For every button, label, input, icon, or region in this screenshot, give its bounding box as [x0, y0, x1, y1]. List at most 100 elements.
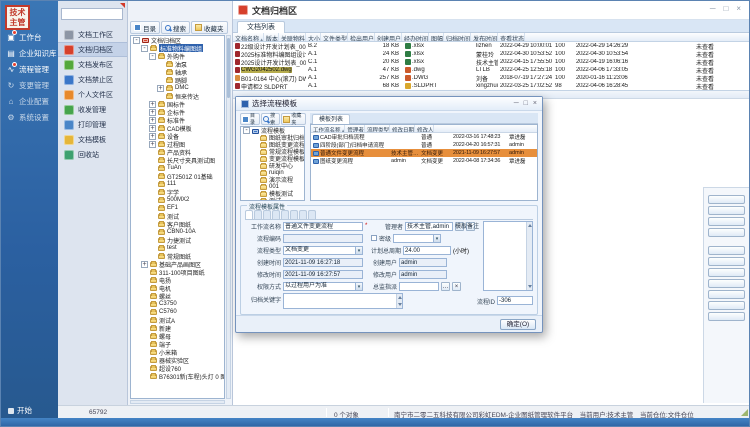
tree-expander-icon[interactable] — [149, 181, 156, 188]
tree-expander-icon[interactable]: + — [149, 101, 156, 108]
tree-node[interactable]: C3750 — [131, 300, 224, 308]
rail-nav-item[interactable]: ∿流程管理 — [1, 61, 58, 77]
column-header[interactable]: 检出用户 — [348, 33, 375, 41]
tree-node[interactable]: +国标件 — [131, 100, 224, 108]
tree-node[interactable]: +标准件 — [131, 116, 224, 124]
workflow-row[interactable]: 四阶段(部门)归档申请流程普通2022-04-20 16:57:31admin — [311, 141, 537, 149]
tree-node[interactable]: GT2501Z 01基础 — [131, 172, 224, 180]
tree-expander-icon[interactable] — [149, 229, 156, 236]
action-button[interactable] — [708, 246, 745, 255]
sidebar-item[interactable]: 回收站 — [58, 147, 127, 162]
director-assign-input[interactable] — [399, 282, 439, 291]
property-tab[interactable] — [272, 210, 280, 219]
sidebar-item[interactable]: 打印管理 — [58, 117, 127, 132]
property-tab[interactable] — [290, 210, 298, 219]
rail-nav-item[interactable]: ▤企业知识库 — [1, 45, 58, 61]
tree-expander-icon[interactable] — [251, 176, 258, 183]
tree-node[interactable]: 111 — [131, 180, 224, 188]
tree-node[interactable]: 踏脚 — [131, 76, 224, 84]
tree-expander-icon[interactable] — [149, 253, 156, 260]
toolbar-button[interactable]: 目录 — [130, 21, 160, 34]
tree-expander-icon[interactable] — [251, 148, 258, 155]
tree-node[interactable]: 测试 — [131, 212, 224, 220]
tree-expander-icon[interactable] — [157, 77, 164, 84]
tree-node[interactable]: 超设760 — [131, 364, 224, 372]
manager-input[interactable]: 技术主管,admin — [405, 222, 453, 231]
property-tab[interactable] — [254, 210, 262, 219]
property-tab[interactable] — [245, 210, 253, 219]
tree-node[interactable]: 演示流程 — [241, 176, 304, 183]
dialog-minimize-button[interactable]: ─ — [514, 100, 519, 107]
tree-node[interactable]: 311-100项目图纸 — [131, 268, 224, 276]
user-stamp-avatar[interactable]: 技术 主管 — [5, 5, 30, 30]
tree-expander-icon[interactable] — [141, 277, 148, 284]
property-tab[interactable] — [308, 210, 316, 219]
tree-expander-icon[interactable] — [149, 189, 156, 196]
rail-nav-item[interactable]: ⚙系统设置 — [1, 109, 58, 125]
tree-expander-icon[interactable] — [149, 213, 156, 220]
plan-cycle-input[interactable]: 24.00 — [403, 246, 451, 255]
tree-node[interactable]: 恒来传达 — [131, 92, 224, 100]
column-header[interactable]: 发布时间 — [471, 33, 498, 41]
action-button[interactable] — [708, 312, 745, 321]
action-button[interactable] — [708, 279, 745, 288]
rail-nav-item[interactable]: ⌂企业配置 — [1, 93, 58, 109]
assign-clear-button[interactable]: × — [452, 282, 461, 291]
tree-expander-icon[interactable] — [149, 165, 156, 172]
sidebar-item[interactable]: 文档发布区 — [58, 57, 127, 72]
tree-node[interactable]: 新建 — [131, 324, 224, 332]
tree-expander-icon[interactable] — [251, 155, 258, 162]
tree-node[interactable]: -外购件 — [131, 52, 224, 60]
tree-node[interactable]: -标准物料编图组 — [131, 44, 224, 52]
tree-expander-icon[interactable] — [141, 269, 148, 276]
tab-template-list[interactable]: 模板列表 — [312, 114, 350, 124]
tree-node[interactable]: 图纸变更流程 — [241, 141, 304, 148]
tree-node[interactable]: -文档归档区 — [131, 36, 224, 44]
column-header[interactable]: 修改日期 — [390, 125, 415, 132]
tree-node[interactable]: +企标件 — [131, 108, 224, 116]
workflow-row[interactable]: CAD审批归档流程普通2022-03-16 17:48:23覃进磊 — [311, 133, 537, 141]
column-header[interactable]: 归档时间 — [444, 33, 471, 41]
column-header[interactable]: 流程类型 — [365, 125, 390, 132]
property-tab[interactable] — [299, 210, 307, 219]
sidebar-search-input[interactable] — [61, 8, 123, 20]
column-header[interactable]: 管理者 — [345, 125, 365, 132]
column-header[interactable]: 创建用户 — [375, 33, 402, 41]
tab-document-list[interactable]: 文档列表 — [237, 21, 285, 33]
sidebar-item[interactable]: 文档模板 — [58, 132, 127, 147]
document-row[interactable]: 申请柜2 SLDPRTA.168 KB.SLDPRTxingzhui2022-0… — [233, 82, 749, 90]
secret-level-select[interactable] — [393, 234, 441, 243]
tree-node[interactable]: 测试 — [241, 197, 304, 201]
tree-expander-icon[interactable] — [141, 341, 148, 348]
process-type-select[interactable]: 文档变更 — [283, 246, 363, 255]
column-header[interactable]: 经办时间 — [402, 33, 429, 41]
tree-expander-icon[interactable] — [251, 197, 258, 201]
tree-expander-icon[interactable]: + — [149, 117, 156, 124]
sidebar-item[interactable]: 收发管理 — [58, 102, 127, 117]
tree-expander-icon[interactable]: + — [149, 141, 156, 148]
tree-expander-icon[interactable]: - — [149, 53, 156, 60]
tree-node[interactable]: 模板测试 — [241, 190, 304, 197]
tree-node[interactable]: 螺丝 — [131, 292, 224, 300]
tree-expander-icon[interactable] — [141, 293, 148, 300]
column-header[interactable]: 图幅 — [429, 33, 444, 41]
tree-node[interactable]: 500MX2 — [131, 196, 224, 204]
tree-node[interactable]: 电机 — [131, 284, 224, 292]
tree-node[interactable]: test — [131, 244, 224, 252]
column-header[interactable]: 关联物料 — [279, 33, 306, 41]
tree-expander-icon[interactable] — [157, 69, 164, 76]
tree-expander-icon[interactable]: + — [149, 109, 156, 116]
permission-mode-select[interactable]: 以过程用户为准 — [283, 282, 363, 291]
tree-expander-icon[interactable] — [149, 245, 156, 252]
tree-expander-icon[interactable]: + — [149, 133, 156, 140]
tree-expander-icon[interactable]: + — [149, 125, 156, 132]
tree-node[interactable]: 常规图纸 — [131, 252, 224, 260]
process-code-input[interactable] — [283, 234, 363, 243]
toolbar-button[interactable]: 目录 — [240, 113, 260, 125]
dialog-maximize-button[interactable]: □ — [524, 100, 528, 107]
tree-node[interactable]: 器械实验区 — [131, 356, 224, 364]
tree-expander-icon[interactable] — [251, 183, 258, 190]
property-tab[interactable] — [263, 210, 271, 219]
note-scrollbar[interactable] — [526, 222, 532, 290]
action-button[interactable] — [708, 290, 745, 299]
